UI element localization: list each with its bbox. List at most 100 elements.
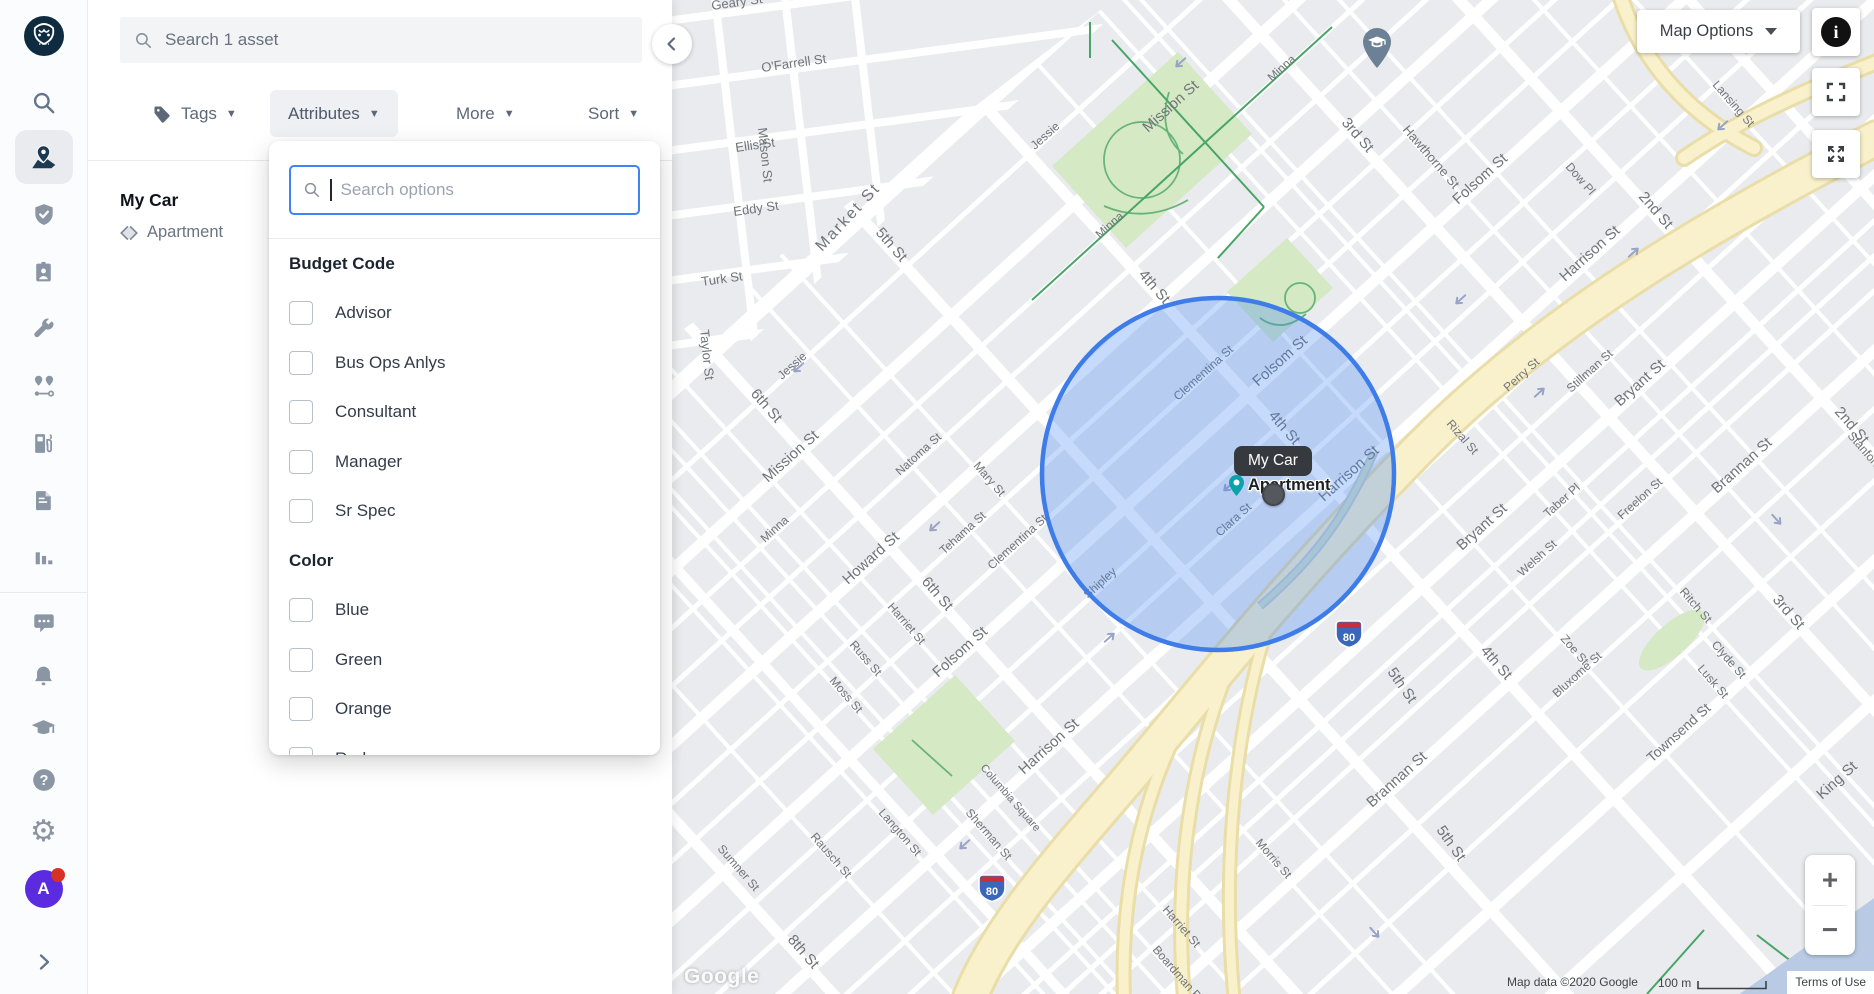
- school-poi-pin-icon[interactable]: [1360, 26, 1394, 70]
- sort-button[interactable]: Sort ▼: [570, 90, 657, 137]
- zoom-control: + −: [1805, 855, 1855, 955]
- sidebar-item-documents[interactable]: [15, 473, 73, 527]
- google-watermark[interactable]: Google: [684, 965, 759, 989]
- dropdown-option-red[interactable]: Red: [269, 734, 660, 755]
- dropdown-section-title: Color: [289, 551, 333, 571]
- text-cursor: [330, 179, 332, 201]
- avatar: A: [25, 870, 63, 908]
- id-badge-icon: [31, 260, 56, 285]
- options-search-box[interactable]: Search options: [289, 165, 640, 215]
- fuel-pump-icon: [31, 431, 56, 456]
- geofence-circle[interactable]: [1042, 298, 1394, 650]
- option-label: Red: [335, 749, 366, 755]
- sidebar-item-search[interactable]: [15, 76, 73, 130]
- option-label: Sr Spec: [335, 501, 395, 521]
- sidebar-item-routes[interactable]: [15, 359, 73, 413]
- document-icon: [31, 488, 56, 513]
- expand-map-button[interactable]: [1812, 130, 1860, 178]
- vehicle-location-dot[interactable]: [1262, 483, 1285, 506]
- sidebar-item-overview-map[interactable]: [15, 130, 73, 184]
- sidebar-item-help[interactable]: ?: [15, 753, 73, 807]
- dropdown-option-consultant[interactable]: Consultant: [269, 388, 660, 438]
- asset-list-item[interactable]: My Car Apartment: [120, 190, 223, 242]
- checkbox[interactable]: [289, 598, 313, 622]
- checkbox[interactable]: [289, 450, 313, 474]
- sidebar-item-maintenance[interactable]: [15, 302, 73, 356]
- fullscreen-button[interactable]: [1812, 68, 1860, 116]
- map-options-button[interactable]: Map Options: [1637, 10, 1800, 53]
- scale-bar-icon: [1697, 981, 1767, 990]
- tag-icon: [152, 104, 172, 124]
- expand-arrows-icon: [1824, 142, 1848, 166]
- dropdown-options: Budget Code AdvisorBus Ops AnlysConsultan…: [269, 239, 660, 755]
- asset-search-box[interactable]: [120, 17, 642, 63]
- interstate-80-shield: 80: [1336, 621, 1362, 648]
- more-filter-button[interactable]: More ▼: [438, 90, 533, 137]
- sidebar-item-alerts[interactable]: [15, 649, 73, 703]
- dropdown-option-advisor[interactable]: Advisor: [269, 289, 660, 339]
- terms-of-use-link[interactable]: Terms of Use: [1787, 971, 1874, 994]
- option-label: Manager: [335, 452, 402, 472]
- account-button[interactable]: A: [15, 862, 73, 916]
- checkbox[interactable]: [289, 747, 313, 755]
- avatar-initial: A: [37, 879, 49, 899]
- chevron-down-icon: ▼: [628, 108, 639, 120]
- sidebar-item-safety[interactable]: [15, 188, 73, 242]
- sidebar-item-feedback[interactable]: [15, 596, 73, 650]
- checkbox[interactable]: [289, 499, 313, 523]
- fullscreen-icon: [1824, 80, 1848, 104]
- tags-filter-button[interactable]: Tags ▼: [134, 90, 255, 137]
- shield-check-icon: [31, 202, 57, 228]
- rail-divider: [0, 592, 87, 593]
- expand-rail-button[interactable]: [15, 935, 73, 989]
- dropdown-option-orange[interactable]: Orange: [269, 685, 660, 735]
- map-data-credit: Map data ©2020 Google: [1507, 975, 1638, 994]
- asset-search-input[interactable]: [163, 29, 628, 51]
- search-icon: [134, 31, 153, 50]
- attributes-dropdown: Search options Budget Code AdvisorBus Ops…: [269, 141, 660, 755]
- sidebar-item-training[interactable]: [15, 701, 73, 755]
- search-icon: [303, 181, 321, 199]
- asset-tooltip[interactable]: My Car: [1234, 446, 1312, 476]
- geofence-label-text: Apartment: [1248, 476, 1331, 495]
- chevron-down-icon: ▼: [504, 108, 515, 120]
- attributes-filter-button[interactable]: Attributes ▼: [270, 90, 398, 137]
- sidebar-item-settings[interactable]: ⚙: [15, 805, 73, 859]
- checkbox[interactable]: [289, 351, 313, 375]
- option-label: Blue: [335, 600, 369, 620]
- sidebar-item-compliance[interactable]: [15, 245, 73, 299]
- zoom-in-button[interactable]: +: [1805, 855, 1855, 905]
- dropdown-option-sr-spec[interactable]: Sr Spec: [269, 487, 660, 537]
- sidebar-item-reports[interactable]: [15, 530, 73, 584]
- dropdown-option-blue[interactable]: Blue: [269, 586, 660, 636]
- dropdown-section-title: Budget Code: [289, 254, 395, 274]
- chevron-down-icon: ▼: [369, 108, 380, 120]
- owl-logo-icon: [22, 14, 66, 58]
- zoom-out-button[interactable]: −: [1805, 906, 1855, 956]
- dropdown-option-green[interactable]: Green: [269, 635, 660, 685]
- sidebar-item-fuel[interactable]: [15, 416, 73, 470]
- option-label: Green: [335, 650, 382, 670]
- more-filter-label: More: [456, 104, 495, 124]
- asset-tag-label: Apartment: [147, 223, 223, 242]
- interstate-80-shield: 80: [979, 875, 1005, 902]
- checkbox[interactable]: [289, 697, 313, 721]
- collapse-panel-button[interactable]: [652, 24, 692, 64]
- search-icon: [31, 90, 57, 116]
- dropdown-option-bus-ops-anlys[interactable]: Bus Ops Anlys: [269, 338, 660, 388]
- checkbox[interactable]: [289, 648, 313, 672]
- checkbox[interactable]: [289, 400, 313, 424]
- svg-text:80: 80: [1343, 632, 1355, 644]
- bar-chart-icon: [31, 545, 56, 570]
- teal-location-pin-icon: [1228, 474, 1245, 497]
- bell-icon: [31, 664, 56, 689]
- info-icon: i: [1821, 17, 1851, 47]
- map-info-button[interactable]: i: [1812, 8, 1860, 56]
- chevron-right-icon: [32, 950, 56, 974]
- dropdown-option-manager[interactable]: Manager: [269, 437, 660, 487]
- route-pins-icon: [31, 373, 57, 399]
- app-logo[interactable]: [15, 9, 73, 63]
- map-canvas[interactable]: Market StMission StMission StHoward StFo…: [672, 0, 1874, 994]
- tags-filter-label: Tags: [181, 104, 217, 124]
- checkbox[interactable]: [289, 301, 313, 325]
